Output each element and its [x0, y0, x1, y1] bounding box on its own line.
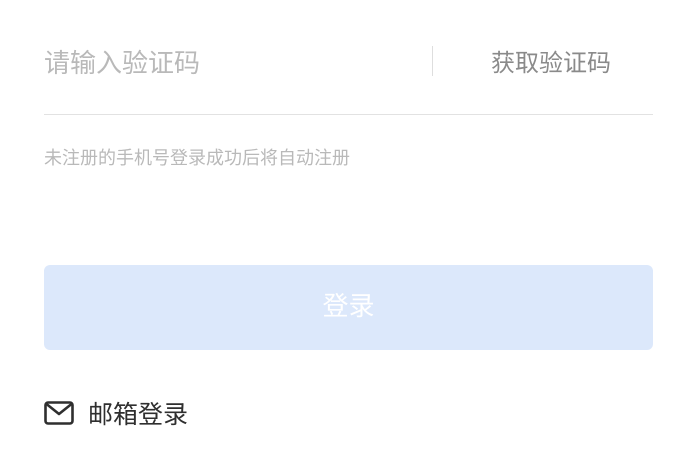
email-login-label: 邮箱登录 [88, 400, 189, 429]
email-login-link[interactable]: 邮箱登录 [44, 395, 188, 431]
get-verification-code-button[interactable]: 获取验证码 [491, 46, 611, 80]
auto-register-hint: 未注册的手机号登录成功后将自动注册 [44, 148, 350, 169]
vertical-divider [432, 46, 433, 76]
mail-icon [44, 401, 74, 425]
verification-code-input[interactable] [44, 42, 414, 86]
verification-code-row: 获取验证码 [44, 34, 653, 115]
login-button[interactable]: 登录 [44, 265, 653, 350]
login-page: 获取验证码 未注册的手机号登录成功后将自动注册 登录 邮箱登录 [0, 0, 700, 470]
